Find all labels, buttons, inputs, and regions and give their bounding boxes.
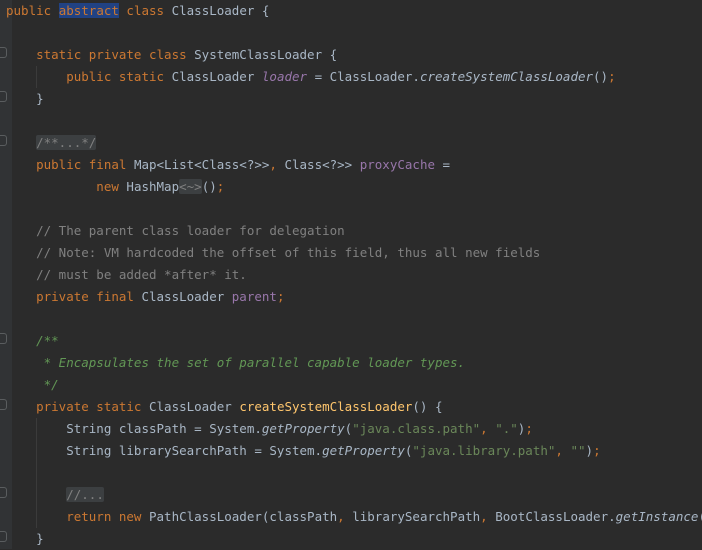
code-token: HashMap [126,179,180,194]
code-token: // The parent class loader for delegatio… [6,223,345,238]
code-token: getProperty [261,421,345,436]
code-token: String classPath = System. [6,421,262,436]
code-token: ; [608,69,616,84]
code-line[interactable] [6,198,702,220]
code-token: = [435,157,451,172]
code-line[interactable]: String classPath = System.getProperty("j… [6,418,702,440]
code-line[interactable] [6,308,702,330]
code-token: () { [412,399,443,414]
code-token: // Note: VM hardcoded the offset of this… [6,245,541,260]
code-token: BootClassLoader. [495,509,616,524]
code-token: getInstance [615,509,699,524]
code-token: "" [570,443,586,458]
code-token: , [269,157,285,172]
code-token: librarySearchPath [352,509,481,524]
code-token: , [337,509,353,524]
code-token: ClassLoader { [171,3,270,18]
code-token: ()) [698,509,702,524]
folded-region[interactable]: <~> [179,179,202,194]
code-line[interactable]: public abstract class ClassLoader { [6,0,702,22]
code-token: ) [585,443,594,458]
code-line[interactable]: // Note: VM hardcoded the offset of this… [6,242,702,264]
code-token: public final [6,157,134,172]
code-token: , [555,443,571,458]
code-token: Class<?>> [284,157,360,172]
code-line[interactable]: private static ClassLoader createSystemC… [6,396,702,418]
code-token: // must be added *after* it. [6,267,247,282]
code-line[interactable]: private final ClassLoader parent; [6,286,702,308]
code-token: () [593,69,609,84]
folded-region[interactable]: //... [66,487,104,502]
code-token: loader [261,69,308,84]
code-line[interactable]: new HashMap<~>(); [6,176,702,198]
folded-region[interactable]: /**...*/ [36,135,97,150]
code-token: createSystemClassLoader [419,69,594,84]
code-token: public [6,3,59,18]
code-line[interactable] [6,22,702,44]
code-line[interactable]: // must be added *after* it. [6,264,702,286]
code-token: return new [6,509,149,524]
code-line[interactable]: * Encapsulates the set of parallel capab… [6,352,702,374]
code-token: abstract [58,3,119,18]
code-token: proxyCache [359,157,435,172]
code-token: ; [216,179,225,194]
code-token: ClassLoader [141,289,232,304]
code-token: } [6,531,44,546]
code-token: String librarySearchPath = System. [6,443,323,458]
code-line[interactable]: } [6,88,702,110]
code-line[interactable]: } [6,528,702,550]
code-token: createSystemClassLoader [239,399,413,414]
code-token: ; [593,443,601,458]
code-line[interactable]: */ [6,374,702,396]
code-token: public static [6,69,172,84]
code-line[interactable]: return new PathClassLoader(classPath, li… [6,506,702,528]
code-token: ; [525,421,533,436]
code-line[interactable] [6,110,702,132]
code-token: parent [231,289,277,304]
code-line[interactable]: /**...*/ [6,132,702,154]
code-line[interactable]: public static ClassLoader loader = Class… [6,66,702,88]
code-line[interactable]: // The parent class loader for delegatio… [6,220,702,242]
code-line[interactable]: String librarySearchPath = System.getPro… [6,440,702,462]
code-token: = ClassLoader. [307,69,420,84]
code-token: new [6,179,127,194]
code-token: private static [6,399,149,414]
code-token: "." [495,421,518,436]
code-token: getProperty [322,443,405,458]
code-token: "java.library.path" [412,443,556,458]
code-token: private final [6,289,142,304]
code-line[interactable]: public final Map<List<Class<?>>, Class<?… [6,154,702,176]
code-token: * Encapsulates the set of parallel capab… [6,355,466,370]
code-token: ; [276,289,285,304]
code-token: , [480,509,496,524]
code-token: */ [6,377,59,392]
code-line[interactable]: //... [6,484,702,506]
code-line[interactable] [6,462,702,484]
code-token: /** [6,333,59,348]
code-token: "java.class.path" [352,421,481,436]
code-token: Map<List<Class<?>> [133,157,270,172]
code-token: PathClassLoader(classPath [149,509,338,524]
code-token: () [201,179,217,194]
code-editor[interactable]: public abstract class ClassLoader { stat… [6,0,702,550]
code-token: SystemClassLoader { [194,47,338,62]
code-token: ClassLoader [171,69,262,84]
code-token: , [480,421,496,436]
code-token: class [118,3,172,18]
code-line[interactable]: /** [6,330,702,352]
code-token: static private class [6,47,195,62]
code-line[interactable]: static private class SystemClassLoader { [6,44,702,66]
code-token: ClassLoader [149,399,240,414]
code-token: } [6,91,44,106]
